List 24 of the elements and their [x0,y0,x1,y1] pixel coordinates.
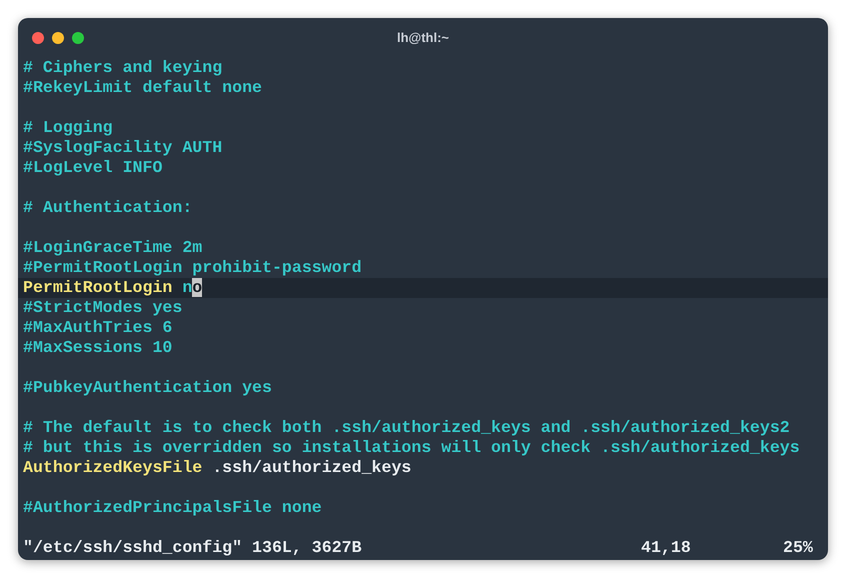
code-line: #PubkeyAuthentication yes [23,378,272,398]
code-line: #PermitRootLogin prohibit-password [23,258,362,278]
code-line: #SyslogFacility AUTH [23,138,222,158]
code-line: #LogLevel INFO [23,158,162,178]
code-line: #AuthorizedPrincipalsFile none [23,498,322,518]
code-line: # Logging [23,118,113,138]
status-file-info: "/etc/ssh/sshd_config" 136L, 3627B [23,538,363,558]
scroll-percent: 25% [783,538,813,558]
code-line: # Authentication: [23,198,192,218]
code-line: #MaxSessions 10 [23,338,172,358]
code-line: # but this is overridden so installations will only check .ssh/authorized_keys [23,438,800,458]
code-line: AuthorizedKeysFile .ssh/authorized_keys [23,458,412,478]
code-line: # The default is to check both .ssh/authorized_keys and .ssh/authorized_keys2 [23,418,790,438]
window-title: lh@thl:~ [396,29,450,48]
code-line: PermitRootLogin no [23,278,202,298]
code-line: #MaxAuthTries 6 [23,318,172,338]
zoom-button[interactable] [72,32,84,44]
cursor-position: 41,18 [641,538,692,558]
code-line: #LoginGraceTime 2m [23,238,202,258]
code-line: #StrictModes yes [23,298,182,318]
code-line: #RekeyLimit default none [23,78,262,98]
minimize-button[interactable] [52,32,64,44]
close-button[interactable] [32,32,44,44]
code-line: # Ciphers and keying [23,58,222,78]
